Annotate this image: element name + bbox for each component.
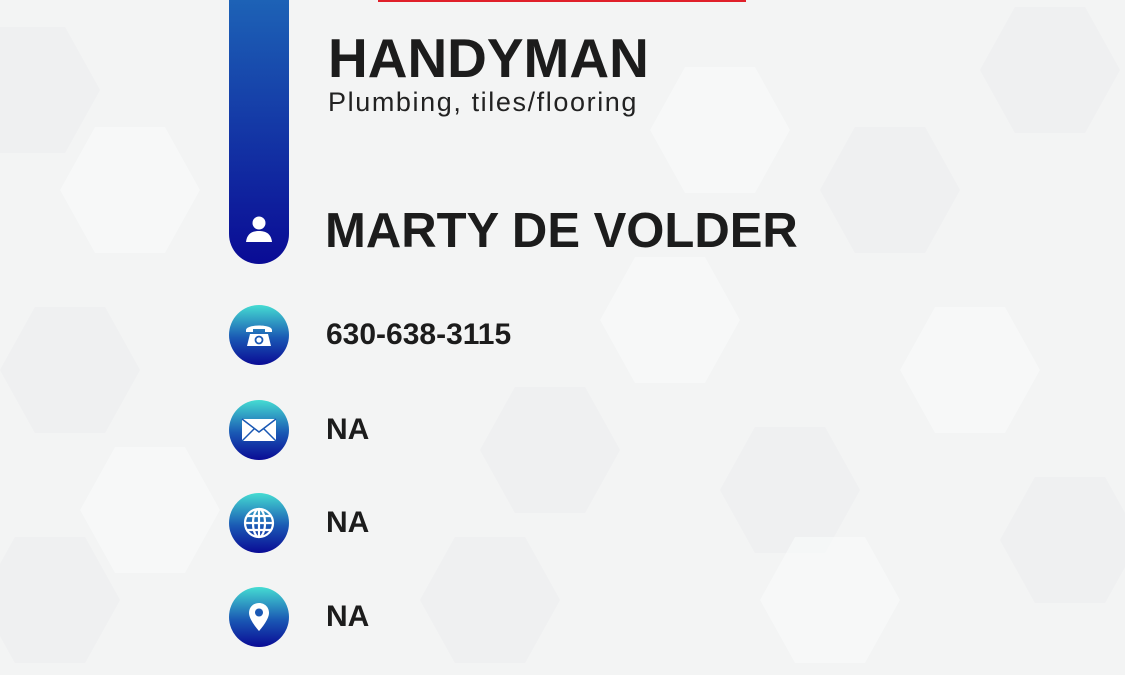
contact-row-email: NA (229, 400, 369, 460)
red-accent-line (378, 0, 746, 2)
phone-value: 630-638-3115 (326, 318, 512, 351)
person-icon (246, 216, 272, 242)
card-subtitle: Plumbing, tiles/flooring (328, 87, 639, 117)
contact-row-phone: 630-638-3115 (229, 305, 511, 365)
blue-side-bar (229, 0, 289, 264)
card-title: HANDYMAN (328, 27, 649, 89)
email-value: NA (326, 413, 370, 446)
address-value: NA (326, 600, 370, 633)
globe-icon (229, 493, 289, 553)
phone-icon (229, 305, 289, 365)
contact-name: MARTY DE VOLDER (325, 204, 798, 258)
contact-row-website: NA (229, 493, 369, 553)
location-pin-icon (229, 587, 289, 647)
email-icon (229, 400, 289, 460)
website-value: NA (326, 506, 370, 539)
contact-row-address: NA (229, 587, 369, 647)
